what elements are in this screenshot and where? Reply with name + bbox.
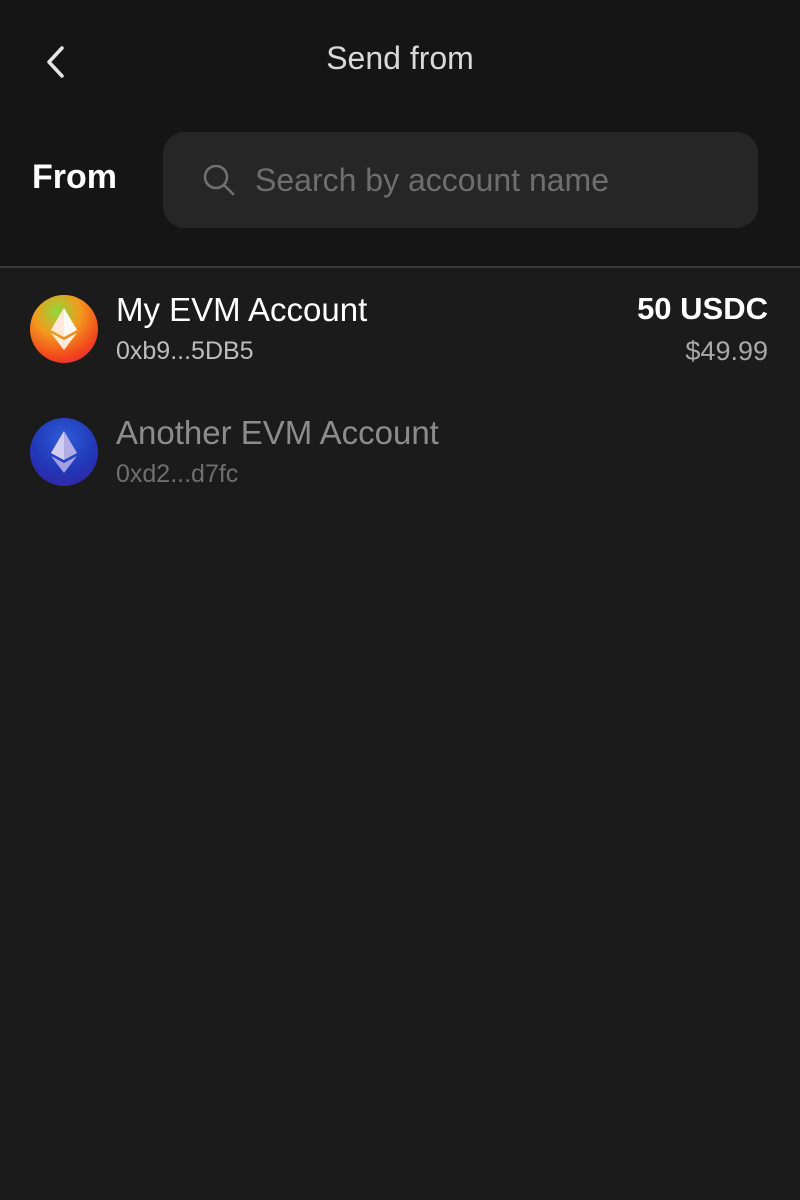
account-address: 0xd2...d7fc (116, 459, 239, 488)
ethereum-icon (51, 307, 77, 350)
from-label: From (32, 158, 117, 196)
search-icon (203, 164, 235, 196)
account-balance: 50 USDC $49.99 (637, 289, 768, 369)
account-avatar (30, 294, 98, 363)
balance-amount: 50 USDC (637, 290, 768, 326)
account-name: Another EVM Account (116, 413, 439, 451)
ethereum-icon (51, 430, 77, 473)
search-box[interactable] (163, 132, 758, 228)
account-list: My EVM Account 0xb9...5DB5 50 USDC $49.9… (0, 268, 800, 514)
search-input[interactable] (255, 150, 758, 210)
account-name: My EVM Account (116, 290, 368, 328)
account-row-my-evm-account[interactable]: My EVM Account 0xb9...5DB5 50 USDC $49.9… (0, 268, 800, 389)
account-address: 0xb9...5DB5 (116, 336, 254, 365)
account-row-another-evm-account[interactable]: Another EVM Account 0xd2...d7fc (0, 389, 800, 514)
page-title: Send from (326, 40, 474, 76)
header: Send from From (0, 0, 800, 268)
account-avatar (30, 417, 98, 486)
send-from-screen: Send from From My EVM Account 0xb9...5DB… (0, 0, 800, 1200)
balance-usd: $49.99 (685, 335, 768, 366)
